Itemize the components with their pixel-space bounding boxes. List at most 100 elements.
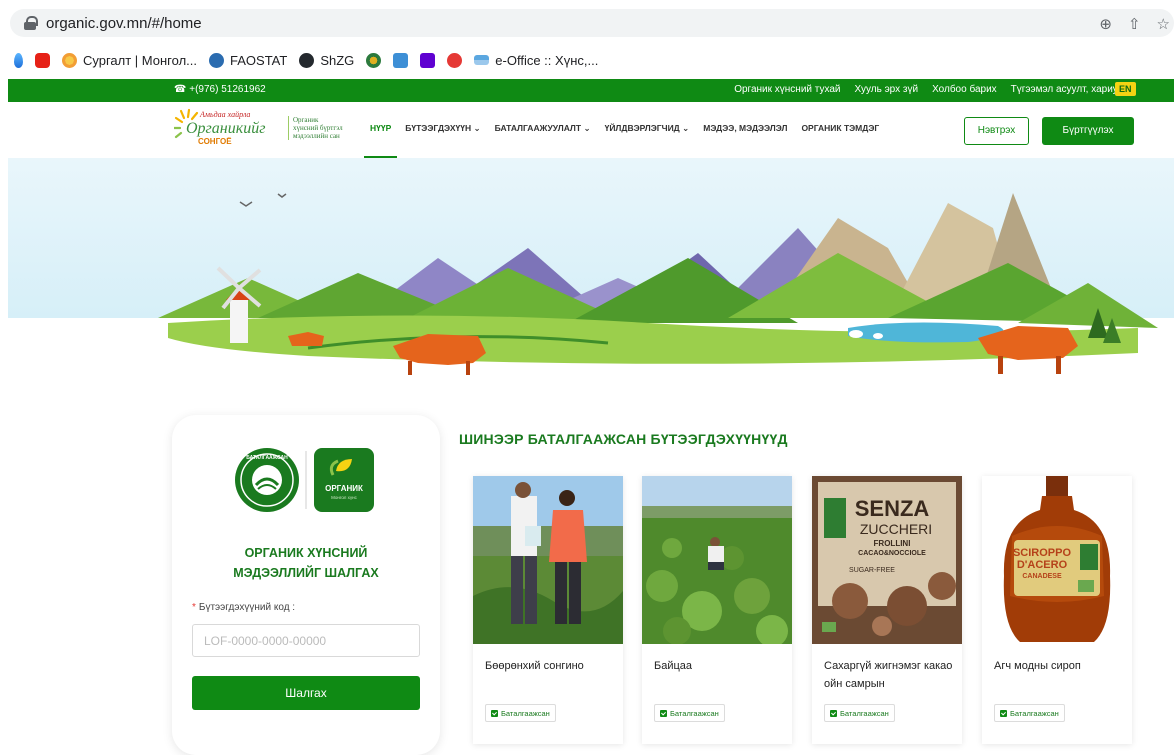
bookmark-mail[interactable] — [393, 52, 409, 68]
site-logo[interactable]: Амьдаа хайрла Органикийг СОНГОЁ — [174, 108, 284, 148]
link-contact[interactable]: Холбоо барих — [932, 84, 997, 95]
login-button[interactable]: Нэвтрэх — [964, 117, 1029, 145]
phone-number[interactable]: ☎ +(976) 51261962 — [174, 84, 266, 95]
logo-tagline: Амьдаа хайрла — [199, 110, 250, 119]
chevron-down-icon: ⌄ — [473, 123, 481, 133]
product-card[interactable]: SENZA ZUCCHERI FROLLINI CACAO&NOCCIOLE S… — [812, 476, 962, 744]
register-button[interactable]: Бүртгүүлэх — [1042, 117, 1134, 145]
organic-badge-subtext: Монгол хүнс — [331, 495, 358, 500]
zoom-icon[interactable]: ⊕ — [1099, 15, 1112, 33]
bookmark-youtube[interactable] — [35, 52, 50, 68]
drop-icon — [14, 52, 23, 68]
product-name[interactable]: Бөөрөнхий сонгино — [485, 657, 617, 675]
logo-caption: Органик хүнсний бүртгэл мэдээллийн сан — [288, 116, 343, 140]
bookmark-label: Сургалт | Монгол... — [83, 52, 198, 68]
bookmark-faostat[interactable]: FAOSTAT — [209, 52, 288, 68]
check-title-line: ОРГАНИК ХҮНСНИЙ — [244, 546, 368, 560]
bookmark-label: FAOSTAT — [230, 52, 288, 68]
logo-caption-line: хүнсний бүртгэл — [293, 124, 343, 132]
bookmark-label: e-Office :: Хүнс,... — [495, 52, 599, 68]
office-icon — [474, 55, 490, 65]
star-icon[interactable]: ☆ — [1157, 15, 1170, 33]
language-toggle[interactable]: EN — [1115, 82, 1136, 96]
product-image[interactable]: SENZA ZUCCHERI FROLLINI CACAO&NOCCIOLE S… — [812, 476, 962, 644]
product-card[interactable]: Бөөрөнхий сонгино Баталгаажсан — [473, 476, 623, 744]
check-button[interactable]: Шалгах — [192, 676, 420, 710]
check-icon — [491, 709, 498, 717]
package-text: SUGAR-FREE — [849, 567, 895, 574]
chevron-down-icon: ⌄ — [583, 123, 591, 133]
status-badge: Баталгаажсан — [485, 704, 556, 722]
bookmark-eoffice[interactable]: e-Office :: Хүнс,... — [474, 53, 598, 68]
bookmark-shzg[interactable]: ShZG — [299, 52, 355, 68]
nav-news[interactable]: МЭДЭЭ, МЭДЭЭЛЭЛ — [703, 123, 787, 134]
status-text: Баталгаажсан — [840, 708, 889, 718]
package-text: SCIROPPO — [1013, 547, 1072, 559]
bookmarks-bar: Сургалт | Монгол... FAOSTAT ShZG e-Offic… — [0, 44, 1174, 76]
site-header: Амьдаа хайрла Органикийг СОНГОЁ Органик … — [8, 102, 1174, 158]
link-about-organic[interactable]: Органик хүнсний тухай — [734, 84, 840, 95]
required-marker: * — [192, 602, 196, 613]
hero-banner — [8, 158, 1174, 375]
product-check-card: БАТАЛГААЖСАН ОРГАНИК Монгол хүнс ОРГАНИК… — [172, 415, 440, 755]
phone-text: +(976) 51261962 — [189, 84, 266, 95]
main-nav: НҮҮР БҮТЭЭГДЭХҮҮН ⌄ БАТАЛГААЖУУЛАЛТ ⌄ ҮЙ… — [363, 123, 879, 158]
logo-caption-line: мэдээллийн сан — [293, 132, 340, 140]
status-badge: Баталгаажсан — [824, 704, 895, 722]
nav-organic-label[interactable]: ОРГАНИК ТЭМДЭГ — [801, 123, 879, 134]
package-text: CACAO&NOCCIOLE — [858, 550, 926, 557]
seal-text: БАТАЛГААЖСАН — [246, 455, 288, 461]
product-image[interactable]: SCIROPPO D'ACERO CANADESE — [982, 476, 1132, 644]
nav-home[interactable]: НҮҮР — [363, 123, 398, 158]
site-icon — [62, 52, 77, 68]
bookmark-drop[interactable] — [14, 52, 23, 68]
product-name[interactable]: Сахаргүй жигнэмэг какао ойн самрын — [824, 657, 956, 693]
product-code-input[interactable] — [192, 624, 420, 657]
bookmark-surgalt[interactable]: Сургалт | Монгол... — [62, 52, 198, 68]
bookmark-app[interactable] — [447, 52, 463, 68]
logo-main-text: Органикийг — [186, 120, 265, 137]
bookmark-label: ShZG — [320, 52, 355, 68]
url-text[interactable]: organic.gov.mn/#/home — [46, 15, 202, 32]
browser-toolbar: organic.gov.mn/#/home ⊕ ⇧ ☆ — [0, 0, 1174, 44]
nav-products[interactable]: БҮТЭЭГДЭХҮҮН ⌄ — [405, 123, 480, 134]
product-image[interactable] — [473, 476, 623, 644]
package-text: FROLLINI — [874, 539, 911, 548]
top-links: Органик хүнсний тухай Хууль эрх зүй Холб… — [734, 84, 1128, 95]
check-icon — [1000, 709, 1007, 717]
product-name[interactable]: Байцаа — [654, 657, 786, 675]
package-text: SENZA — [855, 496, 930, 521]
product-name[interactable]: Агч модны сироп — [994, 657, 1126, 675]
certified-seal-icon: БАТАЛГААЖСАН — [235, 448, 299, 512]
address-bar[interactable]: organic.gov.mn/#/home ⊕ ⇧ ☆ — [10, 9, 1174, 37]
product-code-label: * Бүтээгдэхүүний код : — [192, 602, 295, 613]
product-card[interactable]: Байцаа Баталгаажсан — [642, 476, 792, 744]
status-text: Баталгаажсан — [501, 708, 550, 718]
chevron-down-icon: ⌄ — [682, 123, 690, 133]
github-icon — [299, 52, 315, 68]
nav-certification[interactable]: БАТАЛГААЖУУЛАЛТ ⌄ — [495, 123, 591, 134]
product-card[interactable]: SCIROPPO D'ACERO CANADESE Агч модны сиро… — [982, 476, 1132, 744]
product-image[interactable] — [642, 476, 792, 644]
mail-icon — [393, 52, 409, 68]
link-legal[interactable]: Хууль эрх зүй — [855, 84, 919, 95]
logo-bottom-text: СОНГОЁ — [198, 137, 232, 146]
youtube-icon — [35, 52, 50, 68]
organic-badge-icon: ОРГАНИК Монгол хүнс — [314, 448, 374, 512]
link-faq[interactable]: Түгээмэл асуулт, хариулт — [1011, 84, 1128, 95]
nav-label: БҮТЭЭГДЭХҮҮН — [405, 123, 472, 133]
share-icon[interactable]: ⇧ — [1128, 15, 1141, 33]
nav-producers[interactable]: ҮЙЛДВЭРЛЭГЧИД ⌄ — [605, 123, 690, 134]
bookmark-yahoo[interactable] — [420, 52, 436, 68]
nav-label: ҮЙЛДВЭРЛЭГЧИД — [604, 123, 680, 133]
certification-badges: БАТАЛГААЖСАН ОРГАНИК Монгол хүнс — [235, 448, 374, 512]
check-title: ОРГАНИК ХҮНСНИЙ МЭДЭЭЛЛИЙГ ШАЛГАХ — [172, 543, 440, 583]
check-icon — [830, 709, 837, 717]
logo-caption-line: Органик — [293, 116, 319, 124]
check-title-line: МЭДЭЭЛЛИЙГ ШАЛГАХ — [233, 566, 379, 580]
emblem-icon — [366, 52, 382, 68]
bookmark-emblem[interactable] — [366, 52, 382, 68]
status-badge: Баталгаажсан — [654, 704, 725, 722]
lock-icon — [24, 16, 38, 30]
address-bar-actions: ⊕ ⇧ ☆ — [1099, 15, 1170, 33]
